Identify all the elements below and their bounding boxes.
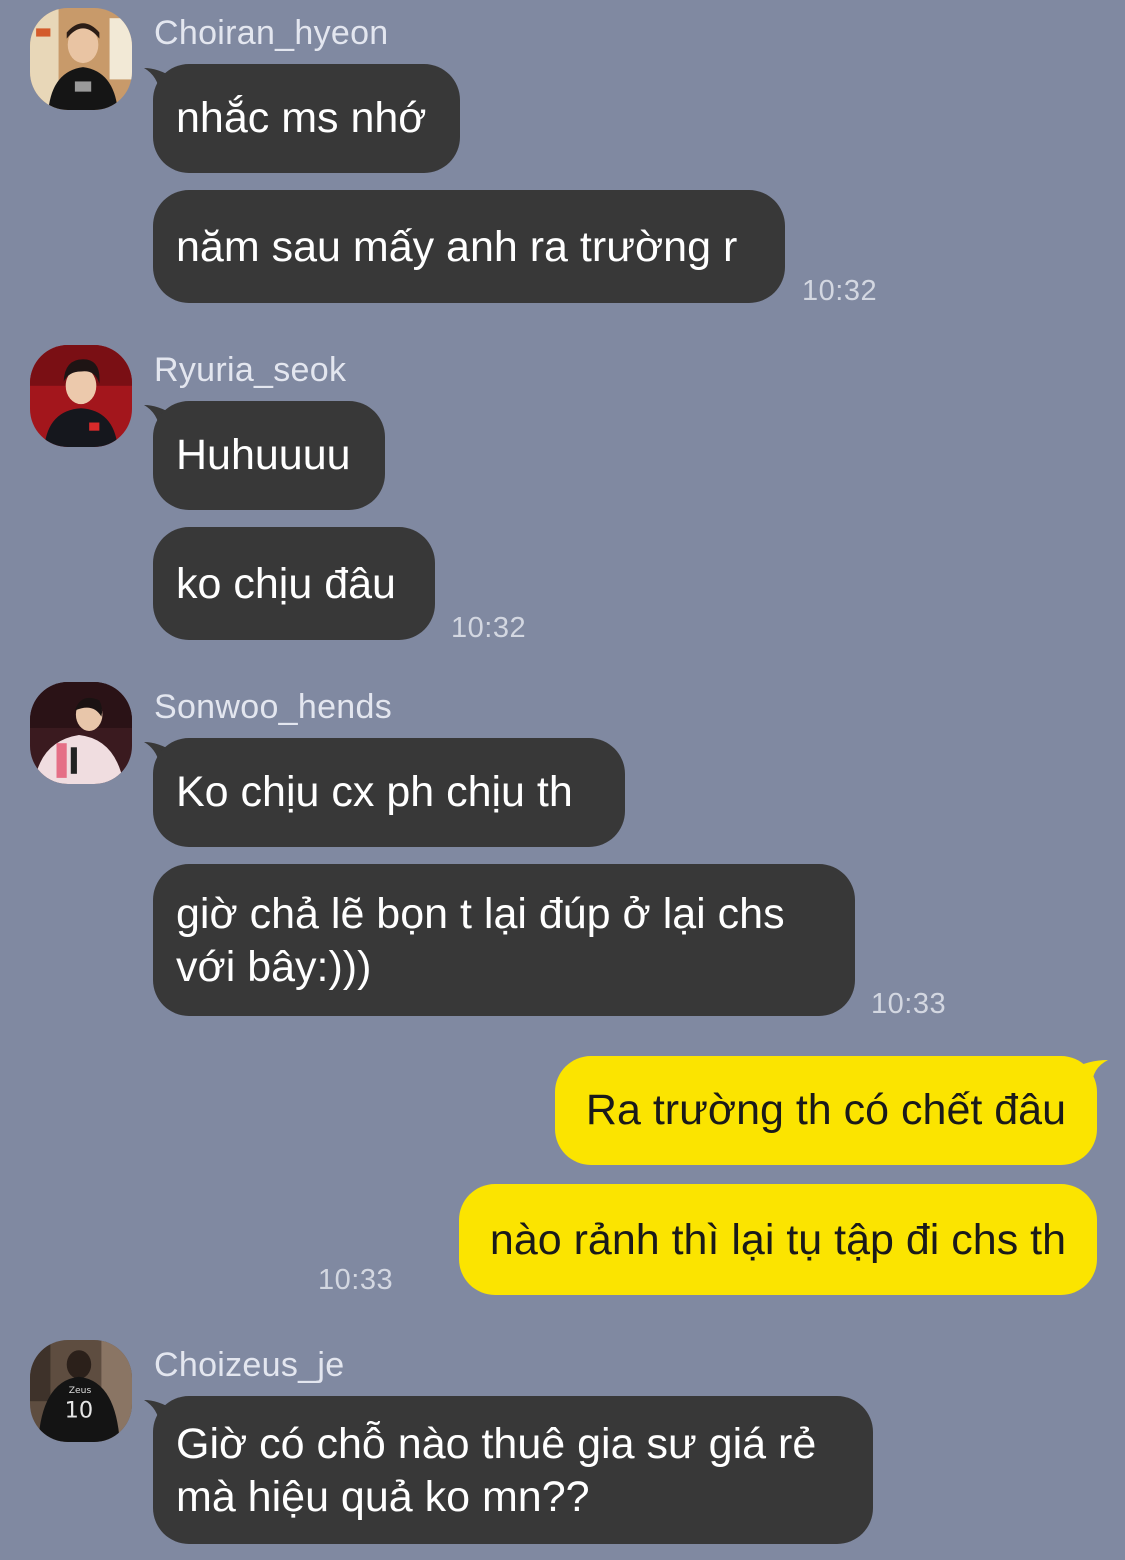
message-text: năm sau mấy anh ra trường r (176, 223, 738, 271)
sender-name: Sonwoo_hends (154, 688, 393, 726)
sender-name: Choiran_hyeon (154, 14, 389, 52)
message-text: Giờ có chỗ nào thuê gia sư giá rẻ (176, 1420, 817, 1468)
avatar-photo-choizeus-icon: Zeus 10 (30, 1340, 132, 1442)
avatar-photo-choiran-icon (30, 8, 132, 110)
message-bubble[interactable]: Giờ có chỗ nào thuê gia sư giá rẻ mà hiệ… (153, 1396, 873, 1544)
sender-name: Ryuria_seok (154, 351, 347, 389)
message-bubble-outgoing[interactable]: nào rảnh thì lại tụ tập đi chs th (458, 1184, 1097, 1295)
message-bubble[interactable]: nhắc ms nhớ (153, 64, 460, 173)
message-text: mà hiệu quả ko mn?? (176, 1473, 590, 1521)
avatar-photo-ryuria-icon (30, 345, 132, 447)
avatar-ryuria-seok[interactable] (30, 345, 132, 447)
svg-text:Zeus: Zeus (69, 1385, 92, 1396)
message-text: ko chịu đâu (176, 560, 396, 608)
message-bubble[interactable]: năm sau mấy anh ra trường r (153, 190, 785, 303)
message-time: 10:33 (871, 988, 947, 1020)
message-bubble-outgoing[interactable]: Ra trường th có chết đâu (554, 1056, 1097, 1165)
message-bubble[interactable]: Huhuuuu (153, 401, 385, 510)
avatar-choiran-hyeon[interactable] (30, 8, 132, 110)
message-text: Huhuuuu (176, 431, 351, 479)
chat-area[interactable]: Choiran_hyeon nhắc ms nhớ năm sau mấy an… (0, 0, 1125, 1560)
message-text: nhắc ms nhớ (176, 94, 427, 142)
message-text: Ko chịu cx ph chịu th (176, 768, 573, 816)
svg-text:10: 10 (65, 1398, 94, 1424)
avatar-photo-sonwoo-icon (30, 682, 132, 784)
message-text: với bây:))) (176, 943, 372, 991)
message-time: 10:32 (451, 612, 527, 644)
avatar-choizeus-je[interactable]: Zeus 10 (30, 1340, 132, 1442)
sender-name: Choizeus_je (154, 1346, 345, 1384)
avatar-sonwoo-hends[interactable] (30, 682, 132, 784)
message-bubble[interactable]: Ko chịu cx ph chịu th (153, 738, 625, 847)
message-text: giờ chả lẽ bọn t lại đúp ở lại chs (176, 890, 785, 938)
message-time: 10:33 (318, 1264, 394, 1296)
message-text: Ra trường th có chết đâu (585, 1086, 1066, 1134)
message-time: 10:32 (802, 275, 878, 307)
message-bubble[interactable]: ko chịu đâu (153, 527, 435, 640)
message-bubble[interactable]: giờ chả lẽ bọn t lại đúp ở lại chs với b… (153, 864, 855, 1016)
message-text: nào rảnh thì lại tụ tập đi chs th (489, 1216, 1066, 1264)
